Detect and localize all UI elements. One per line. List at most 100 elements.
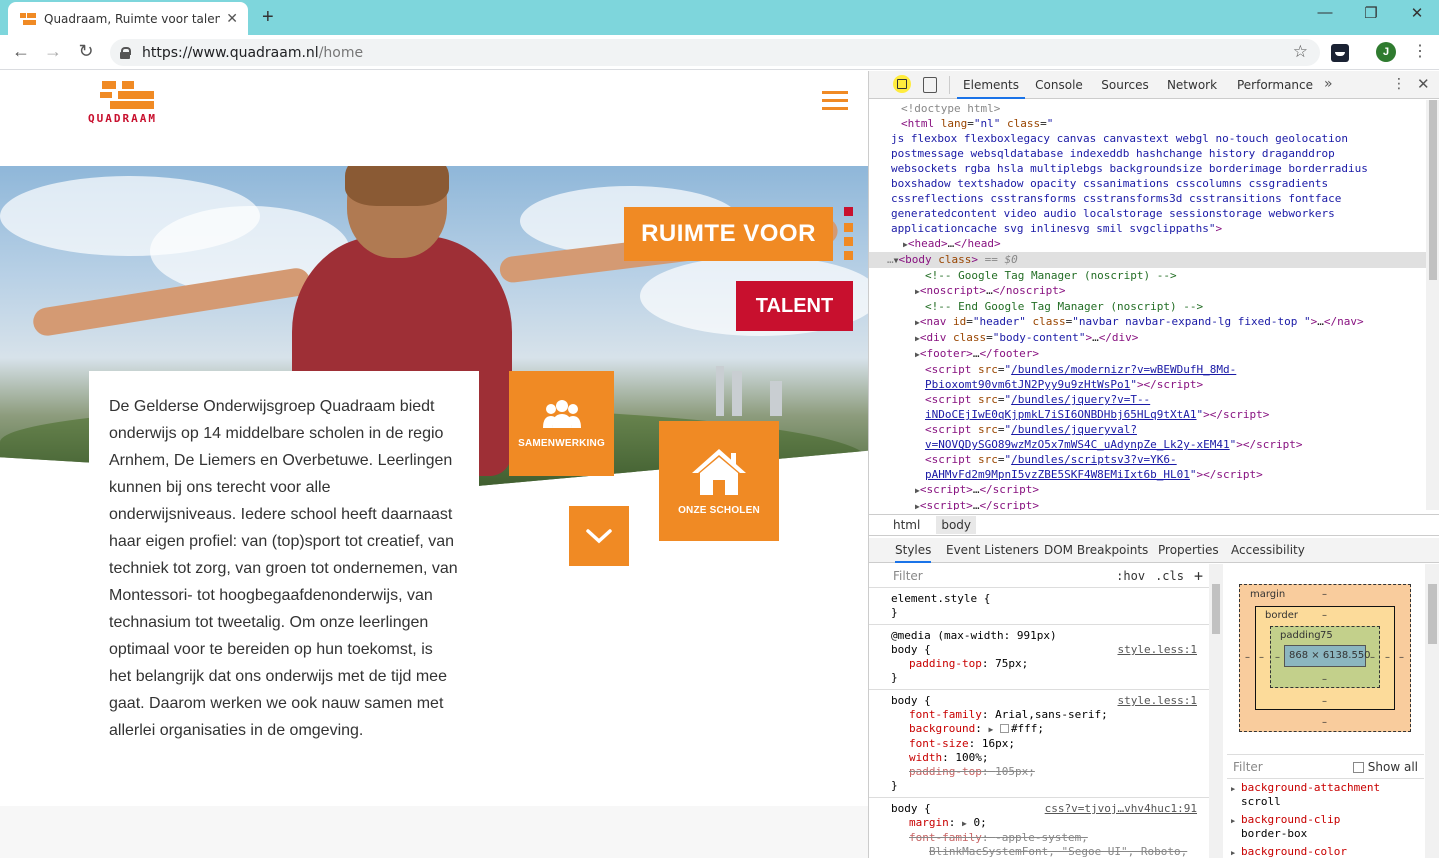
back-icon[interactable]: ← <box>10 41 32 62</box>
hov-toggle[interactable]: :hov <box>1116 569 1145 583</box>
more-tabs-icon[interactable]: » <box>1324 76 1333 92</box>
dom-html-classes[interactable]: js flexbox flexboxlegacy canvas canvaste… <box>869 131 1426 236</box>
cls-toggle[interactable]: .cls <box>1155 569 1184 583</box>
show-all-toggle[interactable]: Show all <box>1352 755 1418 779</box>
onze-scholen-label: ONZE SCHOLEN <box>678 504 760 516</box>
dom-html-line[interactable]: <html lang="nl" class=" <box>869 116 1426 131</box>
window-close-icon[interactable]: ✕ <box>1394 4 1439 22</box>
scroll-down-button[interactable] <box>569 506 629 566</box>
dom-body-selected[interactable]: …▼<body class> == $0 <box>869 252 1426 268</box>
dom-script-jquery[interactable]: <script src="/bundles/jquery?v=T--iNDoCE… <box>869 392 1426 422</box>
dom-noscript[interactable]: ▶<noscript>…</noscript> <box>869 283 1426 299</box>
dom-script-jqueryval[interactable]: <script src="/bundles/jqueryval?v=NOVQDy… <box>869 422 1426 452</box>
computed-property[interactable]: background-clipborder-box <box>1227 811 1424 843</box>
inspect-element-icon[interactable] <box>893 75 911 93</box>
rule-body-reboot[interactable]: body { css?v=tjvoj…vhv4huc1:91 margin: ▶… <box>869 798 1209 858</box>
dom-script-scriptsv3[interactable]: <script src="/bundles/scriptsv3?v=YK6-pA… <box>869 452 1426 482</box>
quadraam-logo[interactable]: QUADRAAM <box>88 81 178 126</box>
intro-panel: De Gelderse Onderwijsgroep Quadraam bied… <box>89 371 479 751</box>
extension-icon[interactable] <box>1331 44 1349 62</box>
samenwerking-label: SAMENWERKING <box>518 438 605 449</box>
dom-html-class-list: js flexbox flexboxlegacy canvas canvaste… <box>891 132 1368 235</box>
rule-source-link[interactable]: css?v=tjvoj…vhv4huc1:91 <box>1045 802 1197 816</box>
font-family-overridden-cont: BlinkMacSystemFont, "Segoe UI", Roboto, <box>929 845 1188 858</box>
tab-close-icon[interactable]: ✕ <box>226 10 238 27</box>
rule-source-link[interactable]: style.less:1 <box>1118 643 1197 657</box>
tab-event-listeners[interactable]: Event Listeners <box>946 538 1039 563</box>
dom-nav[interactable]: ▶<nav id="header" class="navbar navbar-e… <box>869 314 1426 330</box>
computed-prop-name: background-clip <box>1241 813 1341 826</box>
styles-filter-input[interactable]: Filter <box>893 569 1106 583</box>
dom-head[interactable]: ▶<head>…</head> <box>869 236 1426 252</box>
forward-icon[interactable]: → <box>42 41 64 62</box>
dom-html-lang: nl <box>980 117 994 130</box>
minimize-icon[interactable]: — <box>1302 4 1348 21</box>
tab-console[interactable]: Console <box>1029 71 1089 99</box>
rule-media-body[interactable]: @media (max-width: 991px) body { style.l… <box>869 625 1209 690</box>
dom-script-collapsed[interactable]: ▶<script>…</script> <box>869 498 1426 510</box>
browser-menu-icon[interactable]: ⋮ <box>1412 41 1428 61</box>
computed-prop-name: background-attachment <box>1241 781 1381 794</box>
new-tab-icon[interactable]: + <box>262 6 274 29</box>
color-swatch[interactable] <box>999 724 1009 733</box>
dom-doctype[interactable]: <!doctype html> <box>869 101 1426 116</box>
bookmark-star-icon[interactable]: ☆ <box>1293 42 1308 62</box>
dom-script-collapsed[interactable]: ▶<script>…</script> <box>869 482 1426 498</box>
font-family-value: Arial,sans-serif; <box>995 708 1108 721</box>
hamburger-menu-icon[interactable] <box>822 91 848 111</box>
address-bar[interactable]: https://www.quadraam.nl/home ☆ <box>110 39 1320 66</box>
browser-tab[interactable]: Quadraam, Ruimte voor talent | D ✕ <box>8 2 248 35</box>
onze-scholen-tile[interactable]: ONZE SCHOLEN <box>659 421 779 541</box>
rule-element-style[interactable]: element.style { } <box>869 588 1209 625</box>
dom-scrollbar[interactable] <box>1426 100 1439 510</box>
computed-filter-input[interactable]: Filter <box>1233 760 1263 774</box>
profile-avatar[interactable]: J <box>1376 42 1396 62</box>
show-all-label: Show all <box>1367 760 1418 774</box>
reload-icon[interactable]: ↻ <box>75 41 97 62</box>
rule-source-link[interactable]: style.less:1 <box>1118 694 1197 708</box>
computed-property[interactable]: background-attachmentscroll <box>1227 779 1424 811</box>
tab-properties[interactable]: Properties <box>1158 538 1219 563</box>
tab-accessibility[interactable]: Accessibility <box>1231 538 1305 563</box>
dom-script-modernizr[interactable]: <script src="/bundles/modernizr?v=wBEWDu… <box>869 362 1426 392</box>
show-all-checkbox[interactable] <box>1352 762 1364 773</box>
dom-comment-gtm[interactable]: <!-- Google Tag Manager (noscript) --> <box>869 268 1426 283</box>
padding-bottom-value: – <box>1322 674 1327 685</box>
page-next-section <box>0 806 868 858</box>
samenwerking-tile[interactable]: SAMENWERKING <box>509 371 614 476</box>
breadcrumb-html[interactable]: html <box>893 518 920 532</box>
margin-left-value: – <box>1245 652 1250 663</box>
rule-body[interactable]: body { style.less:1 font-family: Arial,s… <box>869 690 1209 798</box>
restore-icon[interactable]: ❐ <box>1348 4 1394 22</box>
house-icon <box>692 448 746 495</box>
devtools-close-icon[interactable]: ✕ <box>1417 75 1430 93</box>
lock-icon[interactable] <box>120 46 131 59</box>
tab-strip: Quadraam, Ruimte voor talent | D ✕ + — ❐… <box>0 0 1439 35</box>
tab-dom-breakpoints[interactable]: DOM Breakpoints <box>1044 538 1148 563</box>
quadraam-favicon-icon <box>20 12 36 25</box>
devtools-menu-icon[interactable]: ⋮ <box>1392 76 1406 92</box>
tab-network[interactable]: Network <box>1161 71 1223 99</box>
dom-footer[interactable]: ▶<footer>…</footer> <box>869 346 1426 362</box>
breadcrumb-body[interactable]: body <box>936 516 977 534</box>
dom-div-class: body-content <box>999 331 1079 344</box>
tab-performance[interactable]: Performance <box>1231 71 1319 99</box>
device-toolbar-icon[interactable] <box>923 77 937 93</box>
tab-elements[interactable]: Elements <box>957 71 1025 99</box>
dom-comment-gtm-end[interactable]: <!-- End Google Tag Manager (noscript) -… <box>869 299 1426 314</box>
background-value: #fff; <box>1010 722 1045 735</box>
computed-scrollbar[interactable] <box>1425 564 1439 858</box>
tab-sources[interactable]: Sources <box>1095 71 1155 99</box>
computed-prop-value: border-box <box>1241 827 1308 840</box>
padding-label: padding <box>1280 630 1321 641</box>
people-group-icon <box>542 400 581 428</box>
dom-div-body-content[interactable]: ▶<div class="body-content">…</div> <box>869 330 1426 346</box>
tab-styles[interactable]: Styles <box>895 538 932 563</box>
font-family-overridden: -apple-system, <box>995 831 1088 844</box>
computed-property[interactable]: background-color <box>1227 843 1424 861</box>
computed-prop-name: background-color <box>1241 845 1347 858</box>
styles-scrollbar[interactable] <box>1209 564 1223 858</box>
box-model-diagram: margin – – – – border – – – – padding 75… <box>1227 564 1423 754</box>
computed-pane: Filter Show all background-attachmentscr… <box>1227 754 1424 861</box>
new-rule-button[interactable]: + <box>1194 568 1203 583</box>
